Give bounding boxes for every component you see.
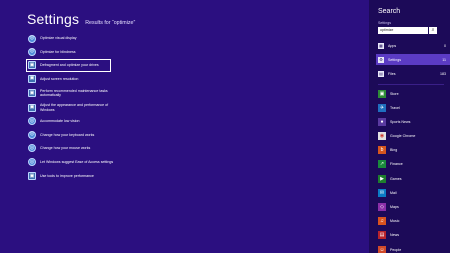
result-label: Let Windows suggest Ease of Access setti… [40,160,114,165]
app-item[interactable]: ▶ Games [378,174,415,183]
app-name: Games [390,176,402,181]
scope-settings[interactable]: ⚙ Settings 11 [376,54,450,65]
search-pane-title: Search [378,8,401,15]
app-item[interactable]: ▤ News [378,231,415,240]
app-item[interactable]: ▣ Store [378,89,415,98]
accessibility-icon: ◎ [28,130,36,139]
accessibility-icon: ◎ [28,34,36,43]
app-name: News [390,233,399,238]
result-label: Change how your keyboard works [40,132,95,137]
scope-count: 0 [444,43,446,48]
accessibility-icon: ◎ [28,47,36,56]
result-item[interactable]: ▣ Perform recommended maintenance tasks a… [27,87,117,100]
app-name: Maps [390,205,399,209]
result-label: Optimize for blindness [40,49,76,54]
result-item[interactable]: ◎ Accommodate low vision [27,116,117,127]
performance-icon: ▣ [28,172,36,181]
scope-name: Files [388,71,396,76]
result-label: Optimize visual display [40,36,77,41]
apps-icon: ▦ [378,42,384,49]
result-label: Perform recommended maintenance tasks au… [40,88,108,98]
result-label: Accommodate low vision [40,119,80,124]
app-item[interactable]: ◇ Maps [378,203,415,212]
search-charm-pane: Search Settings optimize ⌕ ▦ Apps 0 ⚙ Settin… [369,0,450,253]
store-icon: ▣ [378,89,386,98]
app-name: Bing [390,148,398,153]
search-scope-label: Settings [378,21,391,25]
scope-name: Settings [388,57,401,62]
result-label: Adjust screen resolution [40,76,79,81]
app-item[interactable]: ☺ People [378,245,415,253]
result-item[interactable]: ◎ Change how your keyboard works [27,129,117,140]
result-item[interactable]: ▣ Defragment and optimize your drives [26,58,111,72]
finance-icon: ↗ [378,160,386,169]
travel-icon: ✈ [378,103,386,112]
app-name: Google Chrome [390,134,416,139]
app-name: Store [390,91,399,96]
chrome-icon: ◉ [378,132,386,141]
result-item[interactable]: ▣ Adjust screen resolution [27,73,117,84]
accessibility-icon: ◎ [28,117,36,126]
bing-icon: b [378,146,386,155]
result-label: Use tools to improve performance [40,173,94,178]
sports-icon: ● [378,117,386,126]
search-results-area: Settings Results for “optimize” ◎ Optimiz… [0,0,369,253]
results-subtitle: Results for “optimize” [85,20,136,26]
system-icon: ▣ [28,103,36,112]
scope-apps[interactable]: ▦ Apps 0 [376,40,450,51]
files-icon: ▤ [378,70,384,77]
app-name: Sports News [390,119,411,124]
scope-files[interactable]: ▤ Files 183 [376,68,450,79]
app-item[interactable]: ● Sports News [378,117,415,126]
result-label: Defragment and optimize your drives [40,63,99,68]
result-item[interactable]: ▣ Use tools to improve performance [27,171,117,182]
app-item[interactable]: ✉ Mail [378,188,415,197]
gear-icon: ⚙ [378,56,384,63]
news-icon: ▤ [378,231,386,240]
app-item[interactable]: ✈ Travel [378,103,415,112]
result-label: Adjust the appearance and performance of… [40,103,109,112]
scope-count: 183 [440,71,446,76]
app-item[interactable]: ♫ Music [378,217,415,226]
result-item[interactable]: ◎ Let Windows suggest Ease of Access sett… [27,156,117,169]
result-item[interactable]: ◎ Change how your mouse works [27,143,117,154]
pane-divider [378,84,444,85]
maintenance-flag-icon: ▣ [28,89,36,98]
search-input[interactable]: optimize [378,27,428,34]
mail-icon: ✉ [378,188,386,197]
app-name: Mail [390,190,397,195]
music-icon: ♫ [378,217,386,226]
scope-count: 11 [442,57,446,62]
result-label: Change how your mouse works [40,145,91,150]
scope-name: Apps [388,43,397,48]
display-icon: ▣ [28,74,36,83]
maps-icon: ◇ [378,203,386,211]
app-name: Finance [390,162,403,167]
page-title: Settings [27,11,80,27]
app-item[interactable]: ◉ Google Chrome [378,132,415,141]
search-button[interactable]: ⌕ [429,27,437,34]
results-header: Settings Results for “optimize” [27,11,135,27]
defrag-icon: ▣ [28,61,36,70]
result-item[interactable]: ◎ Optimize visual display [27,33,117,44]
accessibility-icon: ◎ [28,144,36,153]
app-name: People [390,247,402,252]
app-list: ▣ Store ✈ Travel ● Sports News ◉ Google Chrome b… [378,89,415,253]
people-icon: ☺ [378,245,386,253]
results-list: ◎ Optimize visual display ◎ Optimize for bl… [26,33,117,184]
app-name: Music [390,219,400,224]
result-item[interactable]: ▣ Adjust the appearance and performance o… [27,101,117,114]
app-item[interactable]: ↗ Finance [378,160,415,169]
accessibility-icon: ◎ [28,158,36,167]
games-icon: ▶ [378,174,386,183]
result-item[interactable]: ◎ Optimize for blindness [27,46,117,57]
app-item[interactable]: b Bing [378,146,415,155]
app-name: Travel [390,105,400,110]
